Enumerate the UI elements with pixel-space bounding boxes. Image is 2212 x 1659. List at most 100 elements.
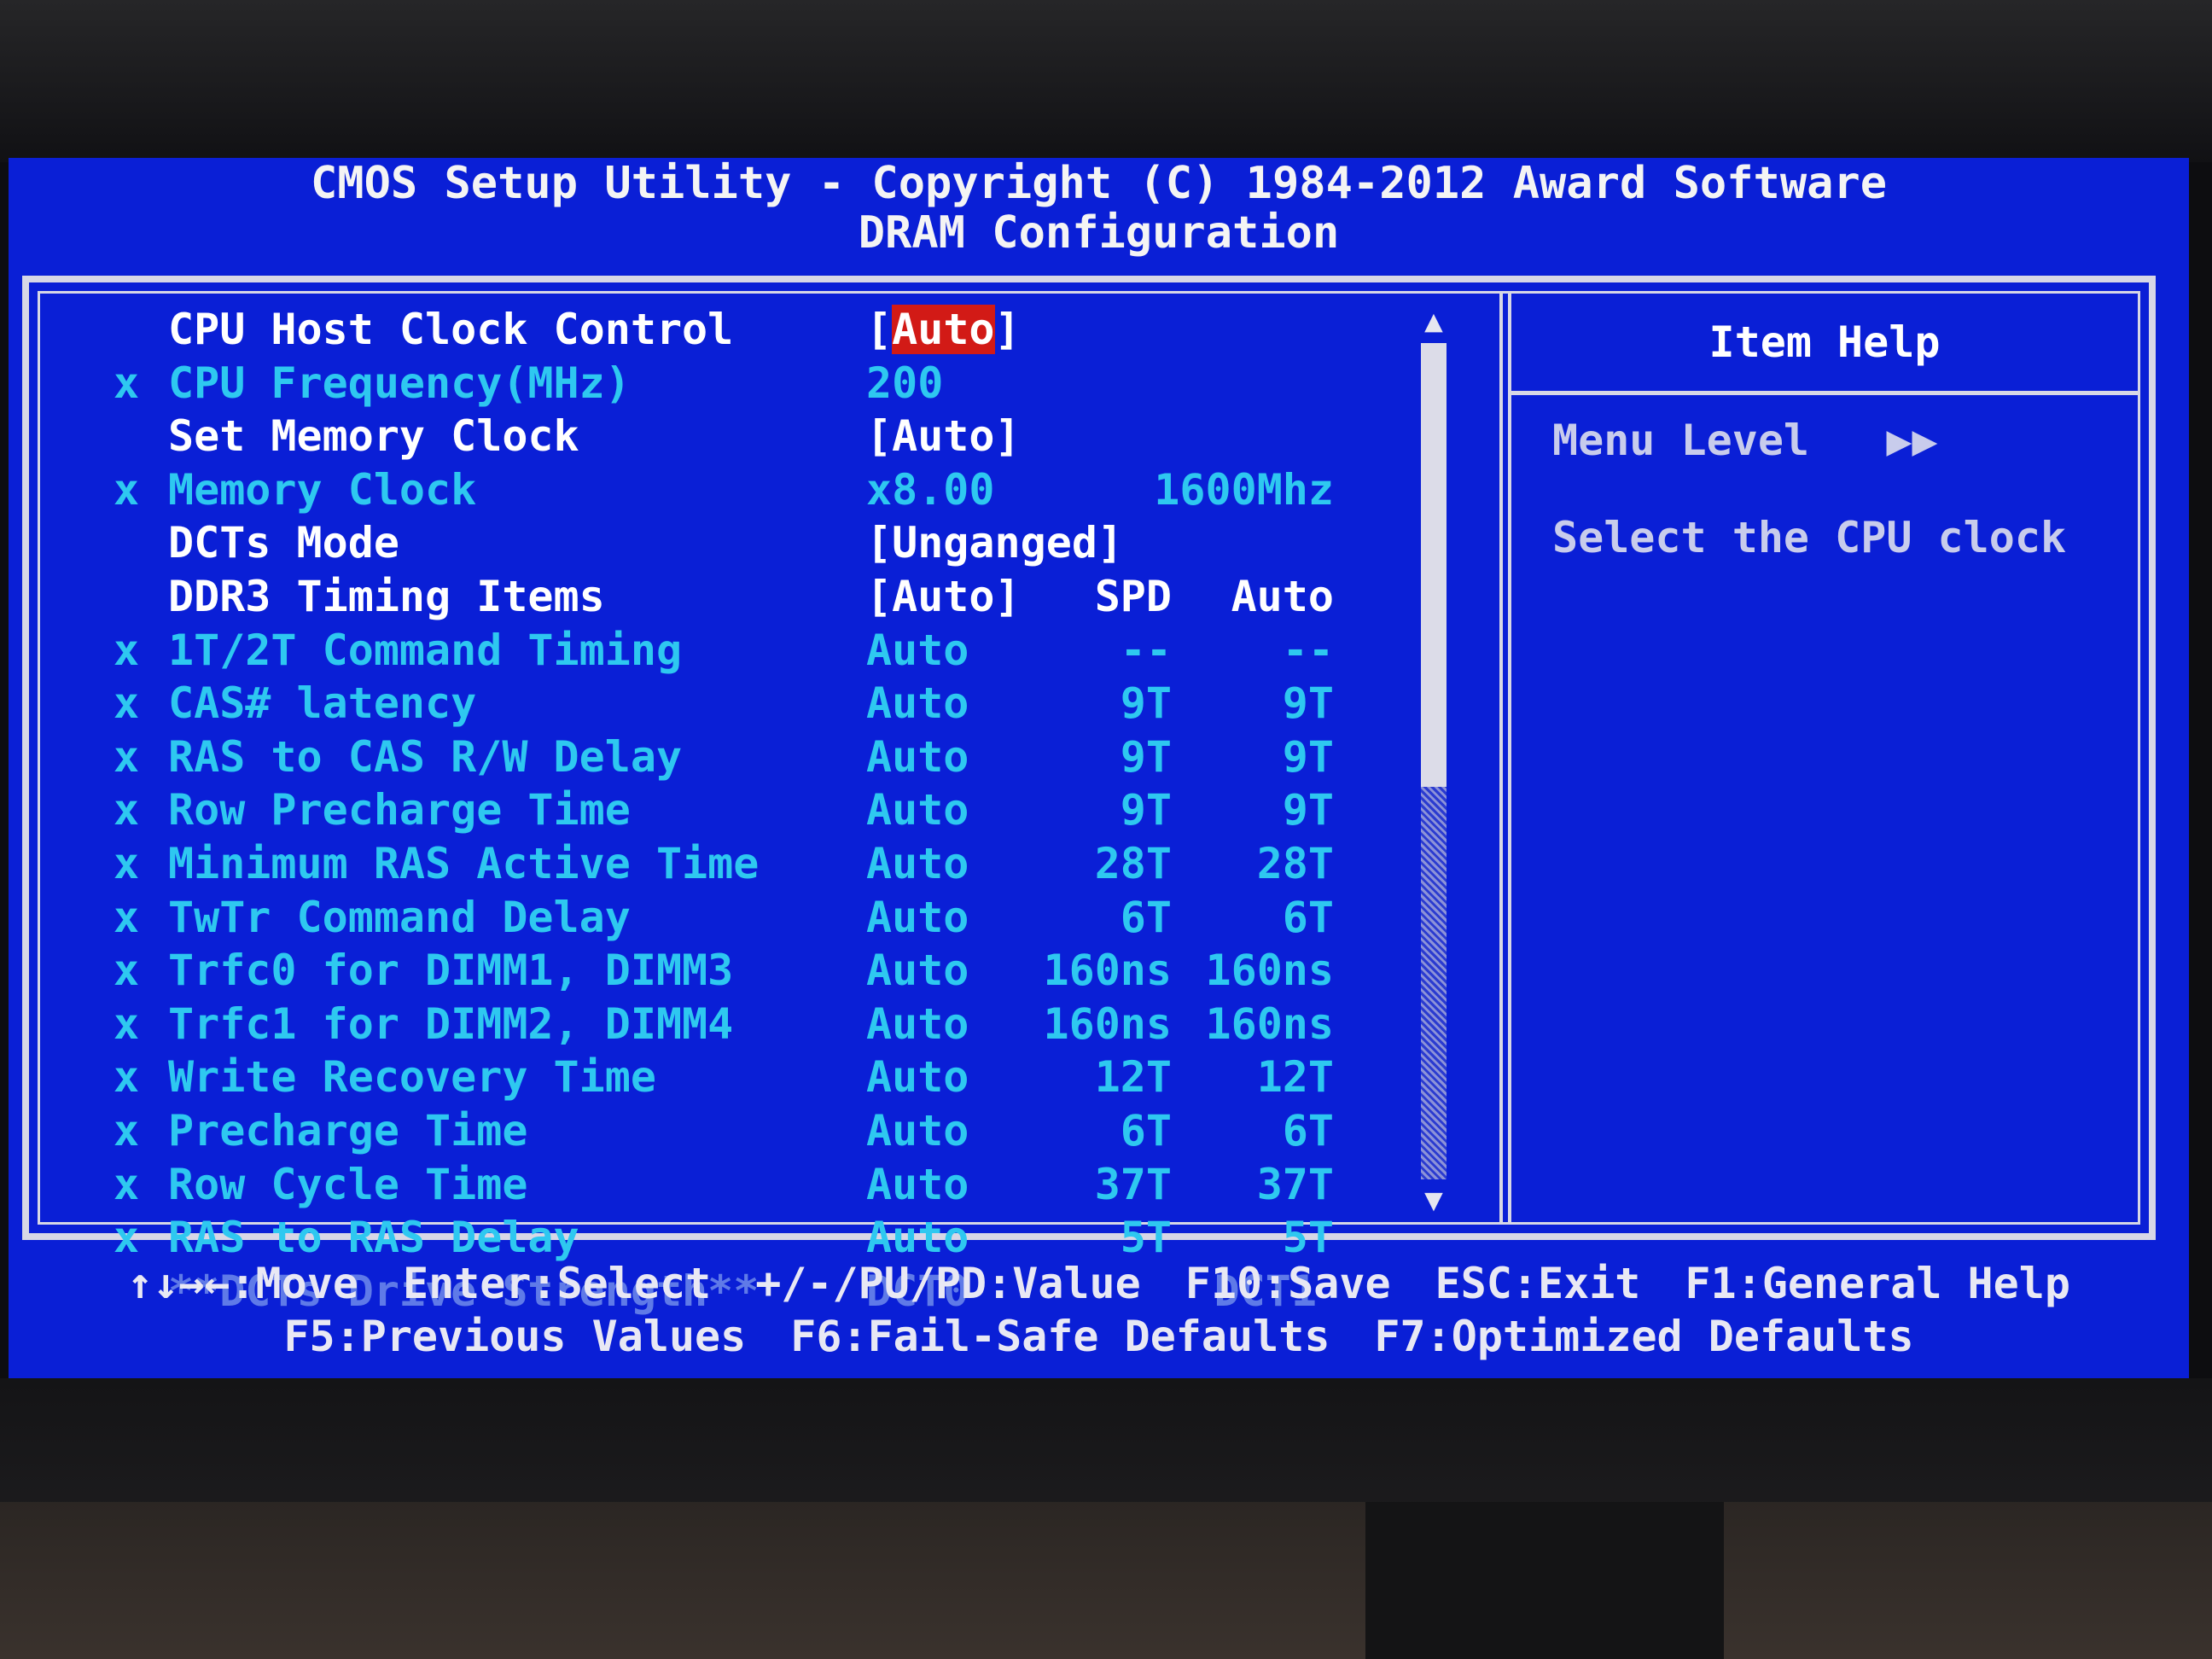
locked-mark: x <box>114 625 140 675</box>
spd-value: 28T <box>1094 839 1172 888</box>
setting-row[interactable]: DDR3 Timing Items [Auto] SPD Auto <box>40 573 1423 620</box>
auto-value: 28T <box>1256 839 1334 888</box>
bios-screen: CMOS Setup Utility - Copyright (C) 1984-… <box>9 158 2189 1378</box>
monitor-bezel-top <box>0 0 2212 162</box>
setting-label: RAS to CAS R/W Delay <box>168 731 683 782</box>
key-f5-previous: F5:Previous Values <box>283 1312 747 1361</box>
setting-row: x 1T/2T Command Timing Auto -- -- <box>40 626 1423 674</box>
bios-header: CMOS Setup Utility - Copyright (C) 1984-… <box>9 158 2189 269</box>
desk-surface <box>0 1502 2212 1659</box>
setting-label: Precharge Time <box>168 1106 528 1155</box>
locked-mark: x <box>114 1106 140 1155</box>
auto-value: 6T <box>1282 1106 1334 1155</box>
setting-value: Auto <box>866 839 969 888</box>
menu-level: Menu Level ▶▶ <box>1552 416 1938 465</box>
setting-row: x RAS to CAS R/W Delay Auto 9T 9T <box>40 733 1423 781</box>
locked-mark: x <box>114 892 140 942</box>
spd-value: 9T <box>1120 731 1172 782</box>
setting-value: Auto <box>866 1213 969 1263</box>
scrollbar[interactable]: ▲ ▼ <box>1416 306 1452 1216</box>
monitor-stand <box>1365 1502 1724 1659</box>
setting-value[interactable]: [Auto] <box>866 412 1021 460</box>
key-legend: ↑↓→←:Move Enter:Select +/-/PU/PD:Value F… <box>9 1259 2189 1370</box>
spd-value: 6T <box>1120 1106 1172 1155</box>
panel-divider <box>1499 294 1511 1222</box>
setting-value: Auto <box>866 731 969 782</box>
spd-value: 6T <box>1120 892 1172 942</box>
spd-value: 9T <box>1120 678 1172 729</box>
scroll-thumb[interactable] <box>1421 343 1447 787</box>
main-frame-inner: CPU Host Clock Control [Auto] x CPU Frequen… <box>38 291 2140 1315</box>
key-legend-line-1: ↑↓→←:Move Enter:Select +/-/PU/PD:Value F… <box>9 1259 2189 1308</box>
setting-value: Auto <box>866 1159 969 1209</box>
locked-mark: x <box>114 358 140 408</box>
setting-row: x Precharge Time Auto 6T 6T <box>40 1107 1423 1155</box>
key-f1-help: F1:General Help <box>1685 1259 2070 1308</box>
setting-row: x RAS to RAS Delay Auto 5T 5T <box>40 1214 1423 1261</box>
key-enter-select: Enter:Select <box>402 1259 712 1308</box>
key-f10-save: F10:Save <box>1185 1259 1391 1308</box>
setting-value: Auto <box>866 785 969 835</box>
setting-label: DDR3 Timing Items <box>168 572 605 621</box>
setting-label: CPU Host Clock Control <box>168 305 734 354</box>
auto-value: 6T <box>1282 892 1334 942</box>
locked-mark: x <box>114 998 140 1049</box>
setting-row: x Row Cycle Time Auto 37T 37T <box>40 1161 1423 1208</box>
setting-row: x Minimum RAS Active Time Auto 28T 28T <box>40 840 1423 888</box>
setting-row[interactable]: DCTs Mode [Unganged] <box>40 519 1423 567</box>
auto-value: 5T <box>1282 1213 1334 1263</box>
scroll-down-icon[interactable]: ▼ <box>1419 1185 1448 1216</box>
setting-value: Auto <box>866 1106 969 1155</box>
key-esc-exit: ESC:Exit <box>1435 1259 1641 1308</box>
locked-mark: x <box>114 1213 140 1263</box>
locked-mark: x <box>114 678 140 729</box>
value-bracket-close: ] <box>994 305 1021 354</box>
setting-value: 200 <box>866 358 944 408</box>
auto-value: 12T <box>1256 1052 1334 1103</box>
setting-label: Set Memory Clock <box>168 411 579 462</box>
item-help-title: Item Help <box>1511 294 2138 395</box>
scroll-up-icon[interactable]: ▲ <box>1419 306 1448 337</box>
setting-label: RAS to RAS Delay <box>168 1213 579 1263</box>
key-f6-failsafe: F6:Fail-Safe Defaults <box>790 1312 1330 1361</box>
setting-row: x CPU Frequency(MHz) 200 <box>40 359 1423 407</box>
auto-value: 9T <box>1282 678 1334 729</box>
spd-value: 160ns <box>1043 946 1172 996</box>
locked-mark: x <box>114 785 140 835</box>
setting-label: DCTs Mode <box>168 518 399 568</box>
setting-label: TwTr Command Delay <box>168 892 631 942</box>
setting-row: x Trfc0 for DIMM1, DIMM3 Auto 160ns 160ns <box>40 946 1423 994</box>
locked-mark: x <box>114 839 140 888</box>
spd-value: 12T <box>1094 1052 1172 1103</box>
setting-value[interactable]: [Unganged] <box>866 519 1123 567</box>
setting-row[interactable]: Set Memory Clock [Auto] <box>40 412 1423 460</box>
locked-mark: x <box>114 946 140 996</box>
setting-value: Auto <box>866 678 969 729</box>
auto-value: 160ns <box>1205 998 1334 1049</box>
locked-mark: x <box>114 464 140 515</box>
setting-value: Auto <box>866 1052 969 1103</box>
value-bracket-open: [ <box>866 305 893 354</box>
locked-mark: x <box>114 731 140 782</box>
setting-row[interactable]: CPU Host Clock Control [Auto] <box>40 305 1423 354</box>
setting-value[interactable]: [Auto] <box>866 573 1021 620</box>
help-text: Select the CPU clock <box>1552 513 2067 562</box>
setting-label: Trfc1 for DIMM2, DIMM4 <box>168 998 734 1049</box>
key-value: +/-/PU/PD:Value <box>755 1259 1141 1308</box>
selected-value-highlight[interactable]: Auto <box>892 305 995 354</box>
setting-value: Auto <box>866 998 969 1049</box>
key-move: ↑↓→←:Move <box>127 1259 358 1308</box>
setting-row: x Row Precharge Time Auto 9T 9T <box>40 786 1423 834</box>
setting-value[interactable]: [Auto] <box>866 305 1021 354</box>
setting-row: x Write Recovery Time Auto 12T 12T <box>40 1053 1423 1101</box>
auto-value: -- <box>1282 625 1334 675</box>
setting-value: Auto <box>866 892 969 942</box>
setting-value: x8.00 <box>866 464 995 515</box>
setting-label: 1T/2T Command Timing <box>168 625 683 675</box>
main-frame: CPU Host Clock Control [Auto] x CPU Frequen… <box>22 276 2156 1315</box>
setting-row: x CAS# latency Auto 9T 9T <box>40 679 1423 727</box>
setting-label: Memory Clock <box>168 464 477 515</box>
item-help-panel: Item Help Menu Level ▶▶ Select the CPU c… <box>1511 294 2138 1222</box>
auto-value: Auto <box>1231 572 1334 621</box>
setting-value: Auto <box>866 625 969 675</box>
